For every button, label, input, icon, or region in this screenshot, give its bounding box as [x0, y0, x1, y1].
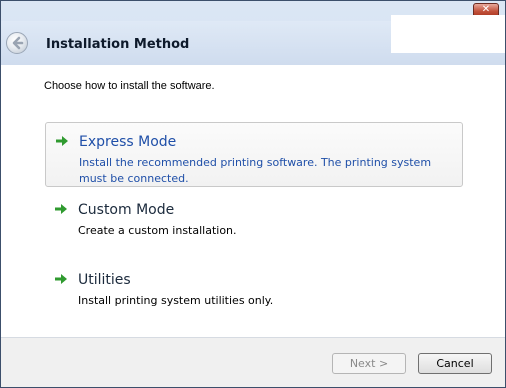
option-title: Custom Mode: [78, 202, 175, 218]
page-title: Installation Method: [46, 37, 190, 52]
next-button[interactable]: Next >: [332, 353, 406, 374]
installer-window: ✕ Installation Method Choose how to inst…: [0, 0, 506, 388]
green-arrow-icon: [55, 204, 67, 214]
option-title: Express Mode: [79, 134, 177, 150]
option-description: Install the recommended printing softwar…: [79, 156, 432, 185]
option-description: Install printing system utilities only.: [78, 294, 274, 307]
option-title: Utilities: [78, 272, 131, 288]
header-blank-area: [391, 15, 505, 53]
wizard-footer: Next > Cancel: [1, 338, 505, 387]
green-arrow-icon: [56, 136, 68, 146]
option-express-mode[interactable]: Express Mode Install the recommended pri…: [45, 122, 463, 187]
cancel-button[interactable]: Cancel: [418, 353, 492, 374]
wizard-header: Installation Method: [1, 15, 505, 65]
back-button[interactable]: [6, 32, 28, 54]
back-arrow-icon: [12, 36, 24, 50]
close-icon: ✕: [481, 4, 491, 15]
option-utilities[interactable]: Utilities Install printing system utilit…: [45, 261, 463, 316]
option-custom-mode[interactable]: Custom Mode Create a custom installation…: [45, 191, 463, 246]
option-description: Create a custom installation.: [78, 224, 237, 237]
green-arrow-icon: [55, 274, 67, 284]
wizard-content: Choose how to install the software. Expr…: [1, 65, 505, 337]
instruction-text: Choose how to install the software.: [44, 80, 215, 92]
